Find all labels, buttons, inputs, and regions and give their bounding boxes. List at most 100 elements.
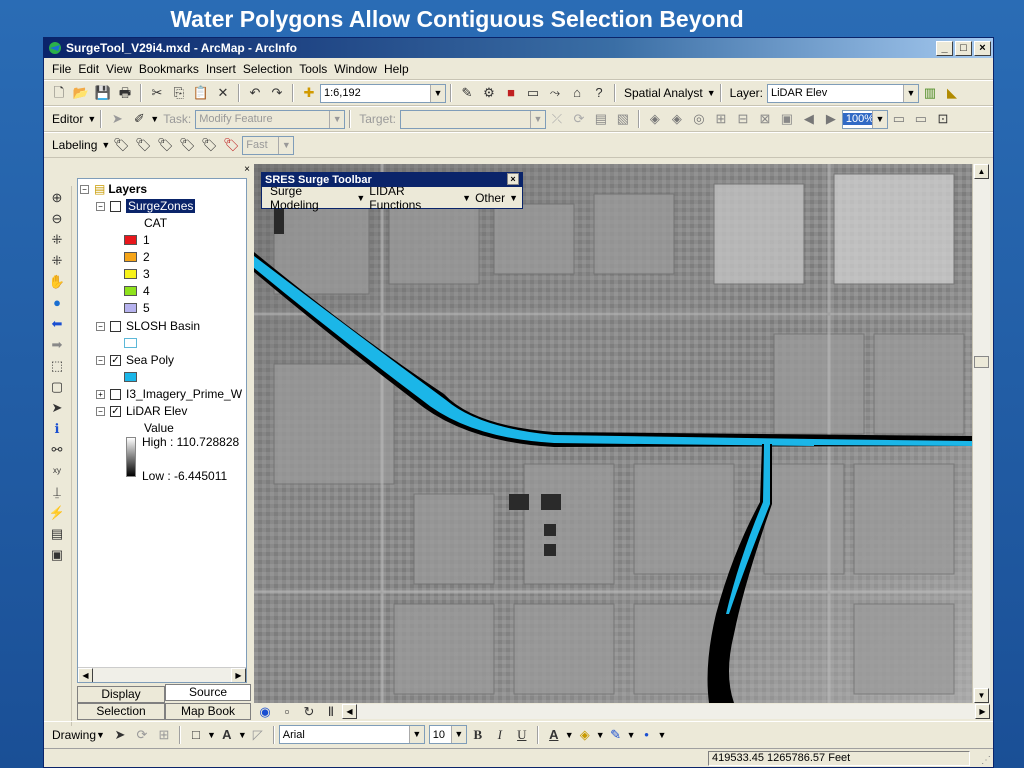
- toc-layer-imagery[interactable]: + I3_Imagery_Prime_W: [96, 386, 242, 402]
- layer-visibility-checkbox[interactable]: ✓: [110, 354, 121, 366]
- italic-icon[interactable]: I: [491, 726, 509, 744]
- zoom-whole-page-icon[interactable]: ⊞: [155, 726, 173, 744]
- lock-labels-icon[interactable]: 🏷: [178, 136, 196, 154]
- forward-extent-icon[interactable]: ▶: [822, 110, 840, 128]
- menu-view[interactable]: View: [106, 62, 132, 76]
- time-slider-icon[interactable]: ▣: [48, 546, 66, 564]
- refresh-icon[interactable]: ↻: [300, 703, 318, 721]
- forward-arrow-icon[interactable]: ➡: [48, 336, 66, 354]
- layer-visibility-checkbox[interactable]: [110, 388, 121, 400]
- add-data-icon[interactable]: ✚: [300, 84, 318, 102]
- page-icon[interactable]: ▣: [778, 110, 796, 128]
- sketch-properties-icon[interactable]: ▧: [614, 110, 632, 128]
- menu-tools[interactable]: Tools: [299, 62, 327, 76]
- collapse-icon[interactable]: −: [96, 406, 105, 416]
- map-hscroll-track[interactable]: [357, 704, 975, 719]
- focus-frame-icon[interactable]: ▭: [912, 110, 930, 128]
- collapse-icon[interactable]: −: [96, 201, 105, 211]
- clear-selection-icon[interactable]: ▢: [48, 378, 66, 396]
- grid-a-icon[interactable]: ⊞: [712, 110, 730, 128]
- chevron-down-icon[interactable]: ▼: [329, 110, 345, 128]
- python-icon[interactable]: ⤳: [546, 84, 564, 102]
- zoom-in-icon[interactable]: ⊕: [48, 189, 66, 207]
- task-combo[interactable]: Modify Feature ▼: [195, 109, 346, 129]
- select-features-icon[interactable]: ⬚: [48, 357, 66, 375]
- map-vscrollbar[interactable]: ▲ ▼: [972, 164, 990, 703]
- fixed-zoom-in-icon[interactable]: ⁜: [48, 231, 66, 249]
- chevron-down-icon[interactable]: ▼: [529, 110, 545, 128]
- chevron-down-icon[interactable]: ▼: [871, 110, 887, 128]
- menu-bookmarks[interactable]: Bookmarks: [139, 62, 199, 76]
- measure-icon[interactable]: ⍊: [48, 483, 66, 501]
- editor-toolbar-icon[interactable]: ✎: [458, 84, 476, 102]
- labeling-menu[interactable]: Labeling: [52, 138, 97, 152]
- layer-visibility-checkbox[interactable]: [110, 200, 121, 212]
- toc-close-icon[interactable]: ×: [244, 164, 250, 175]
- change-layout-icon[interactable]: ⊡: [934, 110, 952, 128]
- chevron-down-icon[interactable]: ▼: [450, 726, 466, 743]
- lidar-functions-menu[interactable]: LIDAR Functions: [369, 184, 458, 212]
- menu-insert[interactable]: Insert: [206, 62, 236, 76]
- layout-view-icon[interactable]: ▫: [278, 703, 296, 721]
- grid-c-icon[interactable]: ⊠: [756, 110, 774, 128]
- rotate-tool-icon[interactable]: ⟳: [570, 110, 588, 128]
- resize-grip-icon[interactable]: ⋰: [981, 755, 991, 766]
- editor-menu[interactable]: Editor: [52, 112, 83, 126]
- arccatalog-icon[interactable]: ■: [502, 84, 520, 102]
- floating-toolbar-titlebar[interactable]: SRES Surge Toolbar ×: [262, 173, 522, 187]
- select-elements-icon[interactable]: ➤: [48, 399, 66, 417]
- font-size-combo[interactable]: 10 ▼: [428, 725, 467, 744]
- new-document-icon[interactable]: 🗋: [50, 84, 68, 102]
- chevron-down-icon[interactable]: ▼: [408, 726, 424, 743]
- surge-modeling-menu[interactable]: Surge Modeling: [270, 184, 352, 212]
- zoom-out-fixed-icon[interactable]: ◈: [668, 110, 686, 128]
- toc-layer-surgezones[interactable]: − SurgeZones: [96, 198, 196, 214]
- layer-visibility-checkbox[interactable]: ✓: [110, 405, 121, 417]
- target-combo[interactable]: ▼: [399, 109, 546, 129]
- print-icon[interactable]: 🖶: [116, 84, 134, 102]
- labeling-speed-combo[interactable]: Fast ▼: [242, 135, 295, 155]
- label-weight-icon[interactable]: 🏷: [156, 136, 174, 154]
- back-arrow-icon[interactable]: ⬅: [48, 315, 66, 333]
- unplaced-labels-icon[interactable]: 🏷: [222, 136, 240, 154]
- menu-selection[interactable]: Selection: [243, 62, 292, 76]
- pause-labeling-icon[interactable]: 🏷: [200, 136, 218, 154]
- vscroll-thumb[interactable]: [974, 356, 989, 368]
- map-display[interactable]: [254, 164, 972, 703]
- whats-this-icon[interactable]: ?: [590, 84, 608, 102]
- tab-selection[interactable]: Selection: [77, 703, 165, 720]
- rotate-icon[interactable]: ⟳: [133, 726, 151, 744]
- find-binoculars-icon[interactable]: ⚯: [48, 441, 66, 459]
- minimize-button[interactable]: _: [936, 40, 953, 56]
- marker-color-icon[interactable]: •: [638, 726, 656, 744]
- new-text-icon[interactable]: A: [218, 726, 236, 744]
- scroll-left-icon[interactable]: ◀: [342, 704, 357, 719]
- pan-hand-icon[interactable]: ✋: [48, 273, 66, 291]
- title-bar[interactable]: SurgeTool_V29i4.mxd - ArcMap - ArcInfo _…: [44, 38, 993, 58]
- toc-layer-seapoly[interactable]: − ✓ Sea Poly: [96, 352, 174, 368]
- maximize-button[interactable]: □: [955, 40, 972, 56]
- line-color-icon[interactable]: ✎: [607, 726, 625, 744]
- font-combo[interactable]: Arial ▼: [278, 725, 425, 744]
- zoom-in-fixed-icon[interactable]: ◈: [646, 110, 664, 128]
- scroll-right-icon[interactable]: ▶: [231, 668, 246, 682]
- fill-color-icon[interactable]: ◈: [576, 726, 594, 744]
- undo-icon[interactable]: ↶: [246, 84, 264, 102]
- zoom-out-icon[interactable]: ⊖: [48, 210, 66, 228]
- toc-hscrollbar[interactable]: ◀ ▶: [78, 667, 246, 682]
- edit-tool-icon[interactable]: ➤: [108, 110, 126, 128]
- menu-window[interactable]: Window: [334, 62, 377, 76]
- hyperlink-icon[interactable]: ⚡: [48, 504, 66, 522]
- attributes-icon[interactable]: ▤: [592, 110, 610, 128]
- cut-icon[interactable]: ✂: [148, 84, 166, 102]
- menu-file[interactable]: File: [52, 62, 71, 76]
- expand-icon[interactable]: +: [96, 389, 105, 399]
- bold-icon[interactable]: B: [469, 726, 487, 744]
- layer-combo[interactable]: LiDAR Elev ▼: [767, 83, 919, 103]
- scroll-up-icon[interactable]: ▲: [974, 164, 989, 179]
- fixed-zoom-out-icon[interactable]: ⁜: [48, 252, 66, 270]
- scroll-left-icon[interactable]: ◀: [78, 668, 93, 682]
- histogram-icon[interactable]: ▥: [921, 84, 939, 102]
- collapse-icon[interactable]: −: [96, 321, 105, 331]
- lidar-elevation-map[interactable]: [254, 164, 972, 703]
